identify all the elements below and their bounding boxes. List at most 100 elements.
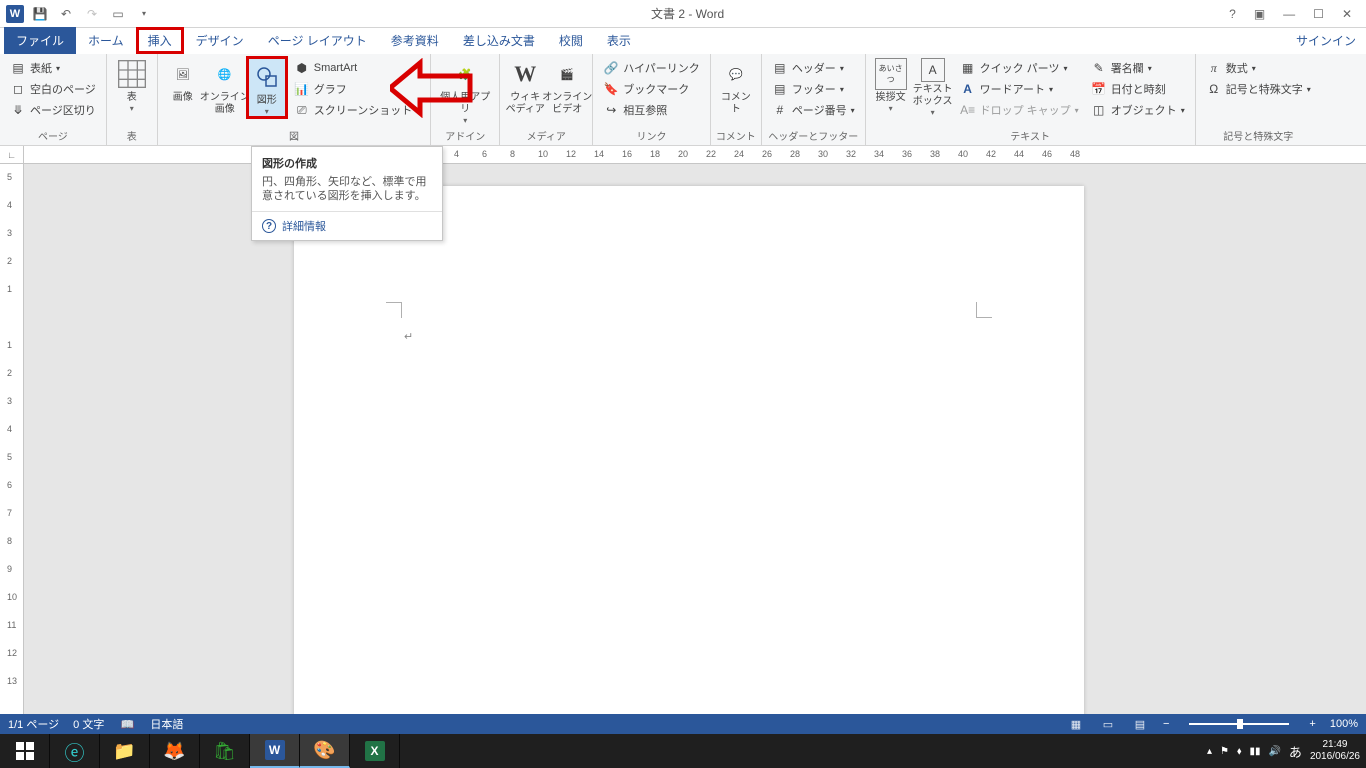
redo-icon[interactable]: ↷ bbox=[82, 4, 102, 24]
document-workspace: ∟ 46810121416182022242628303234363840424… bbox=[0, 146, 1366, 716]
vertical-ruler[interactable]: 5432112345678910111213 bbox=[0, 164, 24, 716]
taskbar-excel-icon[interactable]: X bbox=[350, 734, 400, 768]
group-text: あいさつ挨拶文▾ Aテキスト ボックス▾ ▦クイック パーツ ▾ Aワードアート… bbox=[866, 54, 1196, 145]
footer-button[interactable]: ▤フッター ▾ bbox=[768, 79, 859, 99]
close-icon[interactable]: ✕ bbox=[1338, 7, 1356, 21]
chart-button[interactable]: 📊グラフ bbox=[290, 79, 424, 99]
start-button[interactable] bbox=[0, 734, 50, 768]
page-break-button[interactable]: ⤋ページ区切り bbox=[6, 100, 100, 120]
textbox-icon: A bbox=[921, 58, 945, 82]
tab-design[interactable]: デザイン bbox=[184, 27, 256, 54]
sign-in-link[interactable]: サインイン bbox=[1286, 27, 1366, 54]
group-links: 🔗ハイパーリンク 🔖ブックマーク ↪相互参照 リンク bbox=[593, 54, 711, 145]
group-label-illustrations: 図 bbox=[162, 127, 426, 145]
system-tray: ▴ ⚑ ⬧ ▮▮ 🔊 あ 21:49 2016/06/26 bbox=[1207, 739, 1366, 763]
textbox-button[interactable]: Aテキスト ボックス▾ bbox=[912, 56, 954, 117]
group-media: Wウィキ ペディア 🎬オンライン ビデオ メディア bbox=[500, 54, 593, 145]
undo-icon[interactable]: ↶ bbox=[56, 4, 76, 24]
horizontal-ruler[interactable]: 4681012141618202224262830323436384042444… bbox=[24, 146, 1366, 164]
personal-apps-button[interactable]: 🧩個人用アプリ▾ bbox=[435, 56, 495, 125]
greeting-button[interactable]: あいさつ挨拶文▾ bbox=[870, 56, 912, 113]
group-illustrations: 🖼画像 🌐オンライン 画像 図形▾ ⬢SmartArt 📊グラフ ⎚スクリーンシ… bbox=[158, 54, 431, 145]
screenshot-button[interactable]: ⎚スクリーンショット ▾ bbox=[290, 100, 424, 120]
signature-icon: ✎ bbox=[1091, 60, 1107, 76]
zoom-out-button[interactable]: − bbox=[1163, 718, 1169, 730]
hyperlink-icon: 🔗 bbox=[603, 60, 619, 76]
quick-access-toolbar: W 💾 ↶ ↷ ▭ ▾ bbox=[0, 4, 160, 24]
tray-volume-icon[interactable]: 🔊 bbox=[1268, 746, 1280, 757]
shapes-tooltip: 図形の作成 円、四角形、矢印など、標準で用意されている図形を挿入します。 ? 詳… bbox=[251, 146, 443, 241]
signature-button[interactable]: ✎署名欄 ▾ bbox=[1087, 58, 1189, 78]
tray-flag-icon[interactable]: ⚑ bbox=[1220, 746, 1229, 757]
taskbar-word-icon[interactable]: W bbox=[250, 734, 300, 768]
status-language[interactable]: 日本語 bbox=[150, 716, 183, 732]
equation-button[interactable]: π数式 ▾ bbox=[1202, 58, 1315, 78]
taskbar-ie-icon[interactable]: ⓔ bbox=[50, 734, 100, 768]
quickparts-button[interactable]: ▦クイック パーツ ▾ bbox=[956, 58, 1083, 78]
maximize-icon[interactable]: ☐ bbox=[1309, 7, 1328, 21]
touch-mode-icon[interactable]: ▭ bbox=[108, 4, 128, 24]
smartart-button[interactable]: ⬢SmartArt bbox=[290, 58, 424, 78]
ribbon-tabs: ファイル ホーム 挿入 デザイン ページ レイアウト 参考資料 差し込み文書 校… bbox=[0, 28, 1366, 54]
tab-home[interactable]: ホーム bbox=[76, 27, 136, 54]
help-icon[interactable]: ? bbox=[1225, 7, 1240, 21]
web-layout-view-icon[interactable]: ▤ bbox=[1131, 718, 1149, 731]
save-icon[interactable]: 💾 bbox=[30, 4, 50, 24]
tray-clock[interactable]: 21:49 2016/06/26 bbox=[1310, 739, 1360, 763]
spellcheck-icon[interactable]: 📖 bbox=[118, 718, 136, 731]
taskbar-explorer-icon[interactable]: 📁 bbox=[100, 734, 150, 768]
tab-file[interactable]: ファイル bbox=[4, 27, 76, 54]
online-pictures-button[interactable]: 🌐オンライン 画像 bbox=[204, 56, 246, 116]
minimize-icon[interactable]: — bbox=[1279, 7, 1299, 21]
bookmark-button[interactable]: 🔖ブックマーク bbox=[599, 79, 704, 99]
pictures-button[interactable]: 🖼画像 bbox=[162, 56, 204, 104]
qat-customize-icon[interactable]: ▾ bbox=[134, 4, 154, 24]
tab-page-layout[interactable]: ページ レイアウト bbox=[256, 27, 379, 54]
comment-button[interactable]: 💬コメント bbox=[715, 56, 757, 116]
tooltip-title: 図形の作成 bbox=[252, 147, 442, 175]
status-word-count[interactable]: 0 文字 bbox=[73, 716, 104, 732]
symbol-button[interactable]: Ω記号と特殊文字 ▾ bbox=[1202, 79, 1315, 99]
tray-chevron-icon[interactable]: ▴ bbox=[1207, 746, 1212, 757]
online-video-button[interactable]: 🎬オンライン ビデオ bbox=[546, 56, 588, 116]
read-mode-view-icon[interactable]: ▭ bbox=[1099, 718, 1117, 731]
document-page[interactable]: ↵ bbox=[294, 186, 1084, 716]
status-page[interactable]: 1/1 ページ bbox=[8, 716, 59, 732]
header-button[interactable]: ▤ヘッダー ▾ bbox=[768, 58, 859, 78]
dropcap-button[interactable]: A≡ドロップ キャップ ▾ bbox=[956, 100, 1083, 120]
symbol-icon: Ω bbox=[1206, 81, 1222, 97]
wikipedia-button[interactable]: Wウィキ ペディア bbox=[504, 56, 546, 116]
print-layout-view-icon[interactable]: ▦ bbox=[1067, 718, 1085, 731]
cover-page-button[interactable]: ▤表紙 ▾ bbox=[6, 58, 100, 78]
blank-page-button[interactable]: ◻空白のページ bbox=[6, 79, 100, 99]
comment-icon: 💬 bbox=[720, 58, 752, 90]
wordart-button[interactable]: Aワードアート ▾ bbox=[956, 79, 1083, 99]
title-bar: W 💾 ↶ ↷ ▭ ▾ 文書 2 - Word ? ▣ — ☐ ✕ bbox=[0, 0, 1366, 28]
smartart-icon: ⬢ bbox=[294, 60, 310, 76]
tab-mailings[interactable]: 差し込み文書 bbox=[451, 27, 547, 54]
shapes-button[interactable]: 図形▾ bbox=[246, 56, 288, 119]
crossref-button[interactable]: ↪相互参照 bbox=[599, 100, 704, 120]
object-button[interactable]: ◫オブジェクト ▾ bbox=[1087, 100, 1189, 120]
zoom-level[interactable]: 100% bbox=[1330, 718, 1358, 730]
taskbar-store-icon[interactable]: 🛍 bbox=[200, 734, 250, 768]
tooltip-more-info[interactable]: ? 詳細情報 bbox=[252, 211, 442, 240]
ribbon-options-icon[interactable]: ▣ bbox=[1250, 7, 1269, 21]
tray-bluetooth-icon[interactable]: ⬧ bbox=[1237, 746, 1242, 757]
tab-references[interactable]: 参考資料 bbox=[379, 27, 451, 54]
page-number-button[interactable]: #ページ番号 ▾ bbox=[768, 100, 859, 120]
datetime-button[interactable]: 📅日付と時刻 bbox=[1087, 79, 1189, 99]
tray-network-icon[interactable]: ▮▮ bbox=[1249, 746, 1260, 757]
margin-marker-top-right bbox=[976, 302, 992, 318]
tab-insert[interactable]: 挿入 bbox=[136, 27, 184, 54]
tab-review[interactable]: 校閲 bbox=[547, 27, 595, 54]
table-button[interactable]: 表▾ bbox=[111, 56, 153, 113]
group-label-links: リンク bbox=[597, 127, 706, 145]
taskbar-firefox-icon[interactable]: 🦊 bbox=[150, 734, 200, 768]
tab-view[interactable]: 表示 bbox=[595, 27, 643, 54]
taskbar-paint-icon[interactable]: 🎨 bbox=[300, 734, 350, 768]
hyperlink-button[interactable]: 🔗ハイパーリンク bbox=[599, 58, 704, 78]
zoom-slider[interactable] bbox=[1189, 723, 1289, 725]
tray-ime-indicator[interactable]: あ bbox=[1289, 742, 1302, 761]
zoom-in-button[interactable]: + bbox=[1309, 718, 1315, 730]
